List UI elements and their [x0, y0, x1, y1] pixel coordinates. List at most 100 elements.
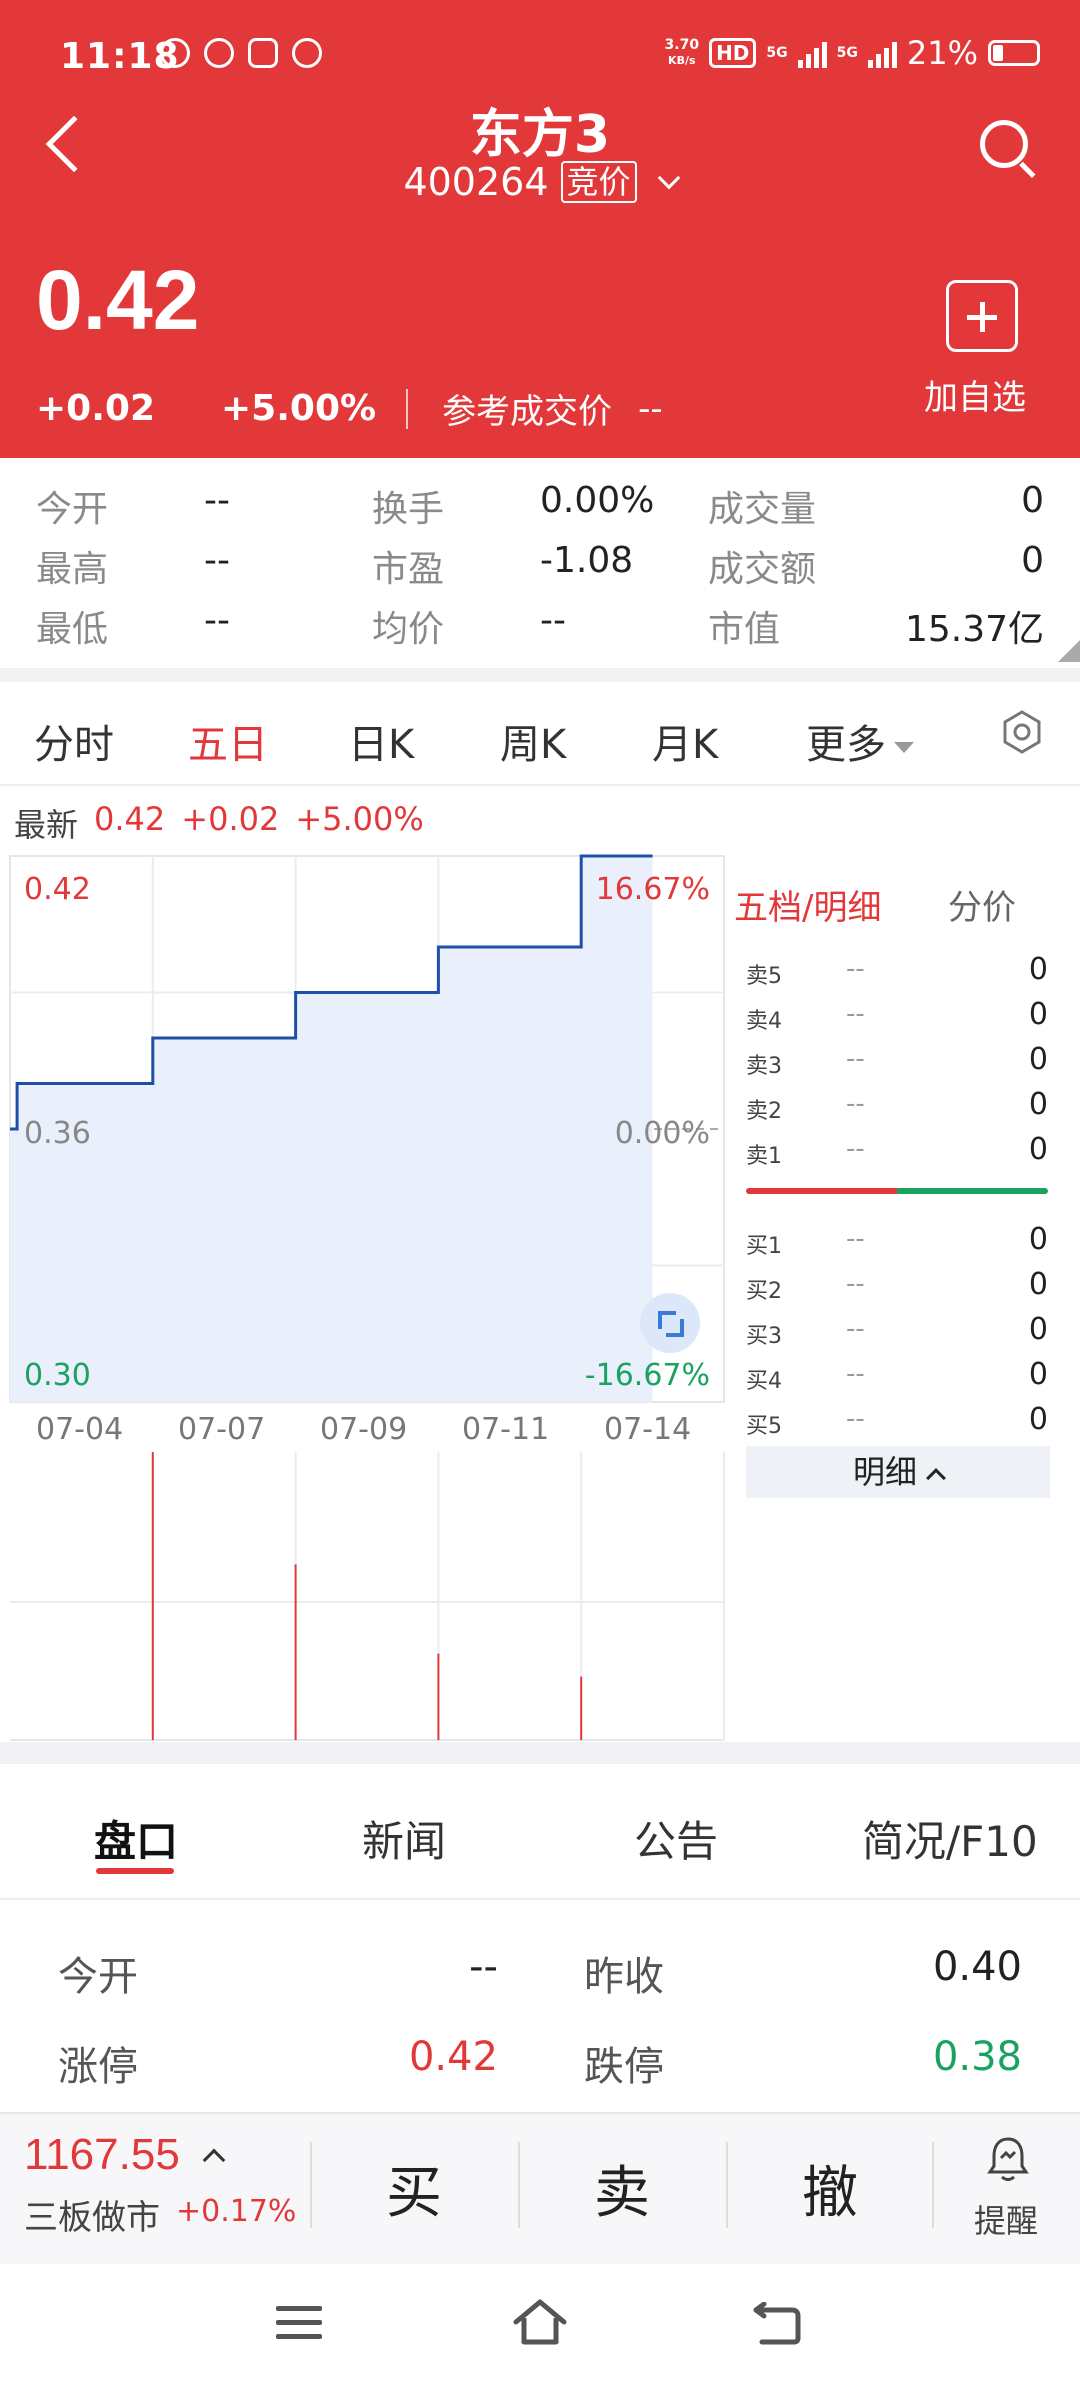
divider [406, 388, 409, 429]
latest-label: 最新 [14, 806, 79, 844]
bid-price: -- [846, 1224, 865, 1254]
status-right: 3.70 KB/s HD 5G 5G 21% [665, 34, 1040, 72]
sell-button[interactable]: 卖 [594, 2148, 650, 2229]
stat-value: 0.00% [540, 480, 655, 521]
tab-weekly-k[interactable]: 周K [500, 712, 566, 770]
prev-close-label: 昨收 [584, 1954, 664, 2000]
tab-announcements[interactable]: 公告 [634, 1808, 718, 1869]
stat-label: 最高 [36, 549, 109, 590]
bid-level: 买3 [746, 1324, 782, 1349]
prev-close-value: 0.40 [932, 1944, 1022, 1990]
tab-more[interactable]: 更多 [806, 712, 914, 770]
settings-icon[interactable] [1000, 710, 1044, 754]
chat-icon [292, 38, 322, 68]
index-change-pct: +0.17% [176, 2194, 297, 2229]
tab-monthly-k[interactable]: 月K [652, 712, 718, 770]
ask-row: 卖2 -- 0 [746, 1087, 1048, 1127]
trade-detail-button[interactable]: 明细 [746, 1446, 1050, 1498]
search-icon[interactable] [978, 118, 1036, 178]
ask-row: 卖4 -- 0 [746, 997, 1048, 1037]
tab-handicap[interactable]: 盘口 [94, 1808, 178, 1869]
buy-button[interactable]: 买 [386, 2148, 442, 2229]
ref-price-value: -- [638, 388, 663, 429]
bid-volume: 0 [1028, 1357, 1048, 1392]
stats-table: 今开 -- 换手 0.00% 成交量 0 最高 -- 市盈 -1.08 成交额 … [0, 458, 1080, 668]
stat-value: -1.08 [540, 540, 634, 581]
y-axis-right-bottom: -16.67% [584, 1358, 710, 1393]
tab-order-book[interactable]: 五档/明细 [734, 880, 881, 929]
current-price: 0.42 [36, 253, 200, 347]
add-watchlist-button[interactable] [946, 280, 1018, 352]
tab-daily-k[interactable]: 日K [348, 712, 414, 770]
ask-price: -- [846, 1134, 865, 1164]
bid-level: 买2 [746, 1279, 782, 1304]
tab-f10[interactable]: 简况/F10 [862, 1808, 1038, 1869]
bid-row: 买4 -- 0 [746, 1357, 1048, 1397]
bid-level: 买4 [746, 1369, 782, 1394]
tab-price-distribution[interactable]: 分价 [948, 880, 1016, 929]
add-watchlist-label[interactable]: 加自选 [924, 370, 1026, 419]
divider [726, 2142, 728, 2228]
index-value[interactable]: 1167.55 [24, 2130, 180, 2180]
signal-icon [797, 38, 827, 68]
signal-icon-2 [867, 38, 897, 68]
home-icon[interactable] [510, 2296, 570, 2348]
price-change: +0.02 [36, 388, 155, 429]
bid-row: 买2 -- 0 [746, 1267, 1048, 1307]
menu-icon[interactable] [276, 2306, 322, 2342]
bell-icon[interactable] [986, 2136, 1030, 2182]
stock-code-row[interactable]: 400264 竞价 [0, 160, 1080, 204]
limit-down-label: 跌停 [584, 2044, 664, 2090]
ask-volume: 0 [1028, 1042, 1048, 1077]
ask-volume: 0 [1028, 997, 1048, 1032]
trade-detail-label: 明细 [852, 1453, 917, 1491]
latest-pct: +5.00% [295, 800, 424, 838]
net-speed-value: 3.70 [664, 37, 700, 53]
latest-price: 0.42 [94, 800, 166, 838]
latest-change: +0.02 [181, 800, 280, 838]
y-axis-left-top: 0.42 [24, 872, 91, 907]
battery-level: 21% [906, 34, 978, 72]
cancel-order-button[interactable]: 撤 [802, 2148, 858, 2229]
price-change-pct: +5.00% [221, 388, 377, 429]
tab-intraday[interactable]: 分时 [34, 712, 114, 770]
ask-level: 卖5 [746, 964, 782, 989]
bid-price: -- [846, 1404, 865, 1434]
section-divider [0, 668, 1080, 682]
tab-five-day[interactable]: 五日 [188, 712, 268, 770]
stock-name: 东方3 [469, 105, 611, 165]
stat-value: -- [204, 600, 230, 641]
index-name[interactable]: 三板做市 [24, 2190, 160, 2239]
section-divider [0, 1742, 1080, 1764]
stock-code: 400264 [403, 160, 549, 204]
price-area [10, 856, 653, 1402]
bid-ask-ratio-bar [746, 1188, 1048, 1194]
back-nav-icon[interactable] [752, 2302, 802, 2346]
fullscreen-icon[interactable] [640, 1293, 700, 1353]
ask-price: -- [846, 1089, 865, 1119]
remind-label[interactable]: 提醒 [974, 2196, 1038, 2242]
notification-icons [160, 38, 322, 68]
tab-news[interactable]: 新闻 [362, 1808, 446, 1869]
chevron-down-icon [657, 166, 680, 190]
ask-row: 卖5 -- 0 [746, 952, 1048, 992]
x-axis-date: 07-04 [36, 1412, 124, 1447]
wechat-icon [160, 38, 190, 68]
expand-stats-icon[interactable] [1058, 640, 1080, 662]
ask-volume: 0 [1028, 1132, 1048, 1167]
calendar-icon [248, 38, 278, 68]
x-axis-date: 07-09 [320, 1412, 408, 1447]
stat-label: 均价 [372, 609, 445, 650]
y-axis-right-top: 16.67% [595, 872, 710, 907]
chevron-up-icon [926, 1468, 946, 1488]
ask-row: 卖1 -- 0 [746, 1132, 1048, 1172]
ask-level: 卖2 [746, 1099, 782, 1124]
stat-value: -- [204, 480, 230, 521]
bid-price: -- [846, 1269, 865, 1299]
bid-price: -- [846, 1359, 865, 1389]
five-day-chart[interactable] [0, 850, 730, 1750]
stat-label: 成交额 [708, 549, 817, 590]
bid-row: 买5 -- 0 [746, 1402, 1048, 1442]
limit-down-value: 0.38 [932, 2034, 1022, 2080]
y-axis-left-bottom: 0.30 [24, 1358, 91, 1393]
